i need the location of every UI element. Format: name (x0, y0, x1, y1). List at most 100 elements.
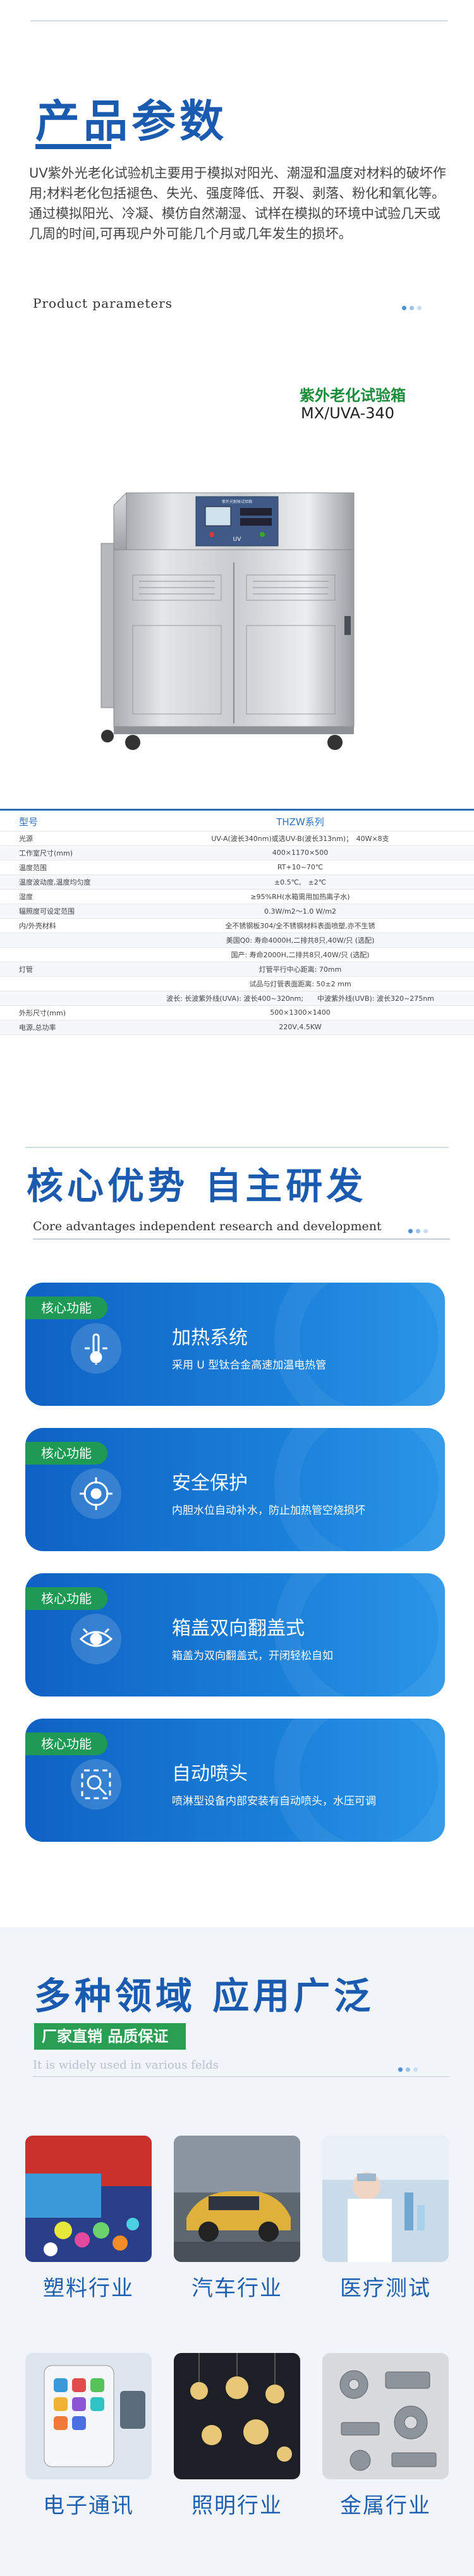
field-tile-medical[interactable]: 医疗测试 (322, 2136, 449, 2306)
spec-value: 试品与灯管表面距离: 50±2 mm (126, 976, 474, 991)
subtitle-underline (33, 2076, 450, 2077)
spec-header-value: THZW系列 (126, 813, 474, 831)
medical-image (322, 2136, 449, 2262)
feature-card: 核心功能 安全保护 内胆水位自动补水，防止加热管空烧损坏 (25, 1428, 445, 1551)
spec-value: UV-A(波长340nm)或选UV-B(波长313nm)； 40W×8支 (126, 831, 474, 846)
spec-value: 500×1300×1400 (126, 1005, 474, 1020)
spec-value: 国产: 寿命2000H,二排共8只,40W/只 (选配) (126, 947, 474, 962)
spec-row: 光源 UV-A(波长340nm)或选UV-B(波长313nm)； 40W×8支 (0, 831, 474, 846)
spec-table: 型号 THZW系列 光源 UV-A(波长340nm)或选UV-B(波长313nm)… (0, 813, 474, 1035)
section-subtitle-en: It is widely used in various felds (33, 2059, 219, 2072)
spec-value: 灯管平行中心距离: 70mm (126, 962, 474, 977)
spec-key: 湿度 (0, 889, 126, 904)
feature-desc: 内胆水位自动补水，防止加热管空烧损坏 (172, 1504, 365, 1517)
core-advantages-section: 核心优势 自主研发 Core advantages independent re… (0, 1137, 474, 1927)
dots-decoration (398, 2062, 421, 2072)
field-label: 塑料行业 (43, 2276, 134, 2301)
spec-key: 温度波动度,温度均匀度 (0, 874, 126, 890)
spec-row: 温度波动度,温度均匀度 ±0.5℃, ±2℃ (0, 874, 474, 890)
section-title: 多种领域 应用广泛 (34, 1974, 375, 2017)
spec-key: 电源,总功率 (0, 1020, 126, 1035)
spec-key (0, 933, 126, 948)
automotive-image (174, 2136, 300, 2262)
spec-row: 内/外壳材料 全不锈钢板304/全不锈钢材料表面喷塑,亦不生锈 (0, 918, 474, 933)
spec-row: 电源,总功率 220V,4.5KW (0, 1020, 474, 1035)
field-label: 医疗测试 (340, 2276, 431, 2301)
eye-icon (71, 1614, 121, 1664)
divider (25, 1147, 449, 1148)
spec-row: 灯管 灯管平行中心距离: 70mm (0, 962, 474, 977)
feature-heading: 加热系统 (172, 1327, 248, 1349)
spec-row: 外形尺寸(mm) 500×1300×1400 (0, 1005, 474, 1020)
title-underline (35, 144, 111, 149)
feature-desc: 喷淋型设备内部安装有自动喷头，水压可调 (172, 1795, 376, 1808)
spec-value: 400×1170×500 (126, 845, 474, 861)
machine-title: 紫外老化试验箱 (300, 387, 406, 404)
spec-row: 国产: 寿命2000H,二排共8只,40W/只 (选配) (0, 947, 474, 962)
field-label: 电子通讯 (43, 2493, 134, 2519)
feature-tag: 核心功能 (25, 1587, 107, 1610)
spec-key: 温度范围 (0, 860, 126, 875)
spec-row: 美国Q0: 寿命4000H,二排共8只,40W/只 (选配) (0, 933, 474, 948)
svg-text:紫外光耐候试验箱: 紫外光耐候试验箱 (222, 499, 252, 504)
intro-paragraph-2: 通过模拟阳光、冷凝、模仿自然潮湿、试样在模拟的环境中试验几天或几周的时间,可再现… (29, 206, 441, 241)
feature-tag: 核心功能 (25, 1442, 107, 1465)
feature-desc: 箱盖为双向翻盖式，开闭轻松自如 (172, 1650, 333, 1662)
target-icon (71, 1468, 121, 1519)
spec-key: 内/外壳材料 (0, 918, 126, 933)
intro-paragraph-1: UV紫外光老化试验机主要用于模拟对阳光、潮湿和温度对材料的破坏作用;材料老化包括… (29, 166, 446, 201)
spec-header-row: 型号 THZW系列 (0, 813, 474, 831)
spec-value: RT+10~70℃ (126, 860, 474, 875)
field-label: 照明行业 (191, 2493, 283, 2519)
intro-text: UV紫外光老化试验机主要用于模拟对阳光、潮湿和温度对材料的破坏作用;材料老化包括… (29, 163, 446, 244)
spec-value: 0.3W/m2～1.0 W/m2 (126, 904, 474, 919)
feature-card: 核心功能 自动喷头 喷淋型设备内部安装有自动喷头，水压可调 (25, 1719, 445, 1842)
thermometer-icon (71, 1323, 121, 1374)
field-tile-electronics[interactable]: 电子通讯 (25, 2353, 152, 2524)
spec-key (0, 947, 126, 962)
product-params-section: 产品参数 UV紫外光老化试验机主要用于模拟对阳光、潮湿和温度对材料的破坏作用;材… (0, 0, 474, 1137)
field-tile-automotive[interactable]: 汽车行业 (174, 2136, 300, 2306)
divider (30, 20, 447, 21)
feature-desc: 采用 U 型钛合金高速加温电热管 (172, 1359, 327, 1372)
application-fields-section: 多种领域 应用广泛 厂家直销 品质保证 It is widely used in… (0, 1927, 474, 2576)
spec-key (0, 991, 126, 1006)
ribbon-banner: 厂家直销 品质保证 (34, 2023, 186, 2050)
spec-row: 波长: 长波紫外线(UVA): 波长400~320nm; 中波紫外线(UVB):… (0, 991, 474, 1006)
spec-key: 光源 (0, 831, 126, 846)
spec-key: 工作室尺寸(mm) (0, 845, 126, 861)
spec-row: 辐照度可设定范围 0.3W/m2～1.0 W/m2 (0, 904, 474, 919)
subtitle-underline (33, 1238, 450, 1240)
spec-row: 工作室尺寸(mm) 400×1170×500 (0, 845, 474, 861)
electronics-image (25, 2353, 152, 2479)
feature-heading: 安全保护 (172, 1472, 248, 1494)
field-tile-lighting[interactable]: 照明行业 (174, 2353, 300, 2524)
dots-decoration (408, 1224, 431, 1233)
spec-row: 试品与灯管表面距离: 50±2 mm (0, 976, 474, 991)
section-title: 产品参数 (35, 95, 228, 147)
feature-card: 核心功能 箱盖双向翻盖式 箱盖为双向翻盖式，开闭轻松自如 (25, 1573, 445, 1696)
spec-row: 温度范围 RT+10~70℃ (0, 860, 474, 875)
svg-text:UV: UV (233, 536, 242, 543)
spec-value: 220V,4.5KW (126, 1020, 474, 1035)
feature-tag: 核心功能 (25, 1732, 107, 1755)
spec-header-key: 型号 (0, 813, 126, 831)
section-title: 核心优势 自主研发 (27, 1164, 367, 1207)
spec-key: 辐照度可设定范围 (0, 904, 126, 919)
spec-value: ≥95%RH(水箱需用加热离子水) (126, 889, 474, 904)
feature-heading: 箱盖双向翻盖式 (172, 1618, 305, 1640)
spec-value: ±0.5℃, ±2℃ (126, 874, 474, 890)
spec-key: 外形尺寸(mm) (0, 1005, 126, 1020)
feature-tag: 核心功能 (25, 1297, 107, 1319)
spec-value: 波长: 长波紫外线(UVA): 波长400~320nm; 中波紫外线(UVB):… (126, 991, 474, 1006)
magnifier-icon (71, 1759, 121, 1810)
lighting-image (174, 2353, 300, 2479)
field-tile-metal[interactable]: 金属行业 (322, 2353, 449, 2524)
section-subtitle-en: Product parameters (33, 296, 173, 311)
machine-model: MX/UVA-340 (301, 404, 395, 422)
spec-row: 湿度 ≥95%RH(水箱需用加热离子水) (0, 889, 474, 904)
field-tile-plastic[interactable]: 塑料行业 (25, 2136, 152, 2306)
section-subtitle-en: Core advantages independent research and… (33, 1219, 382, 1233)
spec-key: 灯管 (0, 962, 126, 977)
spec-table-topline (0, 809, 474, 811)
